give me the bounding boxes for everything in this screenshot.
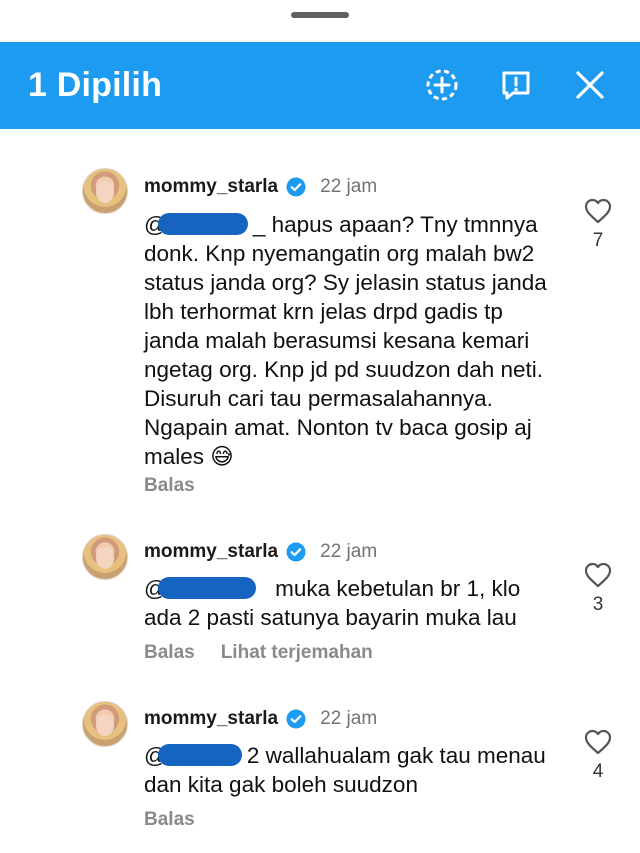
comment-text: @ muka kebetulan br 1, klo ada 2 pasti s… xyxy=(144,574,521,630)
verified-badge-icon xyxy=(286,709,306,729)
reply-button[interactable]: Balas xyxy=(144,642,195,666)
comment-text: @2 wallahualam gak tau menau dan kita ga… xyxy=(144,741,546,797)
see-translation-button[interactable]: Lihat terjemahan xyxy=(221,642,373,666)
redaction-mark xyxy=(158,577,256,599)
comment-actions: Balas xyxy=(144,475,195,499)
add-circle-icon[interactable] xyxy=(424,67,460,103)
avatar[interactable] xyxy=(82,534,128,580)
username[interactable]: mommy_starla xyxy=(144,708,278,730)
username[interactable]: mommy_starla xyxy=(144,541,278,563)
selection-count-title: 1 Dipilih xyxy=(28,66,163,104)
close-icon[interactable] xyxy=(572,67,608,103)
like-control: 7 xyxy=(583,198,613,252)
reply-button[interactable]: Balas xyxy=(144,809,195,833)
mention-link[interactable]: @ _ xyxy=(144,210,265,239)
avatar[interactable] xyxy=(82,701,128,747)
selection-action-bar: 1 Dipilih xyxy=(0,42,640,129)
heart-icon[interactable] xyxy=(584,729,612,755)
heart-icon[interactable] xyxy=(584,562,612,588)
comment-actions: Balas xyxy=(144,809,195,833)
like-count: 7 xyxy=(592,230,604,251)
verified-badge-icon xyxy=(286,542,306,562)
comment-actions: Balas Lihat terjemahan xyxy=(144,642,373,666)
verified-badge-icon xyxy=(286,177,306,197)
comment-text: @ _ hapus apaan? Tny tmnnya donk. Knp nye… xyxy=(144,210,547,469)
heart-icon[interactable] xyxy=(584,198,612,224)
report-icon[interactable] xyxy=(498,67,534,103)
redaction-mark xyxy=(158,213,248,235)
avatar[interactable] xyxy=(82,168,128,214)
like-control: 4 xyxy=(583,729,613,783)
timestamp: 22 jam xyxy=(320,541,378,562)
mention-link[interactable]: @2 xyxy=(144,741,259,770)
redaction-mark xyxy=(158,744,242,766)
like-count: 3 xyxy=(592,594,604,615)
mention-link[interactable]: @ xyxy=(144,574,269,603)
timestamp: 22 jam xyxy=(320,708,378,729)
drag-handle[interactable] xyxy=(291,12,349,18)
username[interactable]: mommy_starla xyxy=(144,176,278,198)
timestamp: 22 jam xyxy=(320,176,378,197)
like-count: 4 xyxy=(592,761,604,782)
like-control: 3 xyxy=(583,562,613,616)
reply-button[interactable]: Balas xyxy=(144,475,195,499)
sheet-header xyxy=(0,0,640,42)
